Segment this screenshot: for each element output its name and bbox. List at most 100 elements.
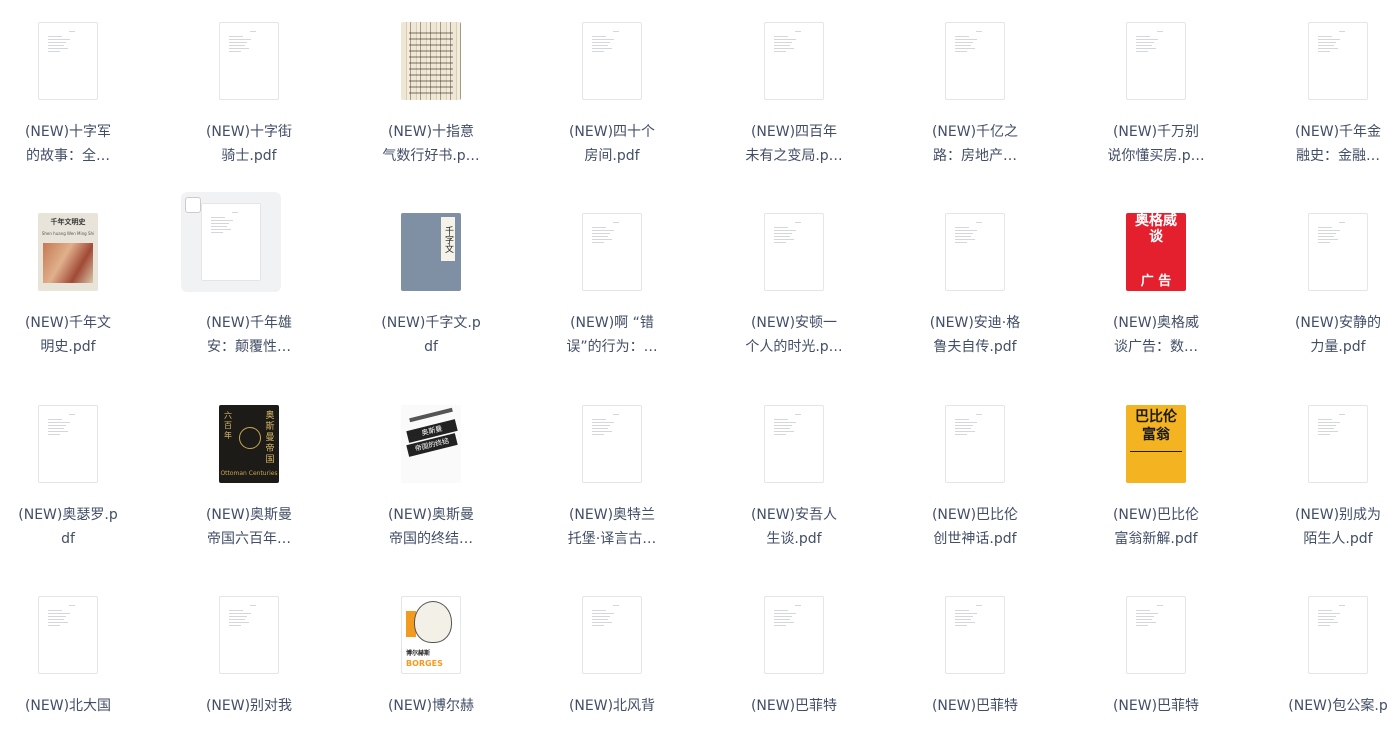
file-name[interactable]: (NEW)巴菲特 xyxy=(1086,694,1226,718)
file-name[interactable]: (NEW)奥斯曼 帝国六百年… xyxy=(179,503,319,551)
file-item[interactable]: (NEW)千年雄 安：颠覆性… xyxy=(181,192,299,355)
file-thumbnail-area[interactable] xyxy=(562,586,662,686)
file-name[interactable]: (NEW)北大国 xyxy=(0,694,138,718)
file-name[interactable]: (NEW)十指意 气数行好书.p… xyxy=(361,120,501,168)
file-name[interactable]: (NEW)千万别 说你懂买房.p… xyxy=(1086,120,1226,168)
file-name[interactable]: (NEW)巴菲特 xyxy=(724,694,864,718)
file-thumbnail-area[interactable] xyxy=(925,395,1025,495)
file-item[interactable]: (NEW)别对我 xyxy=(199,586,299,736)
file-item[interactable]: (NEW)包公案.p xyxy=(1288,586,1388,736)
file-item[interactable]: 巴比伦 富翁 (NEW)巴比伦 富翁新解.pdf xyxy=(1106,395,1206,547)
file-thumbnail-area[interactable] xyxy=(925,12,1025,112)
file-name[interactable]: (NEW)巴比伦 富翁新解.pdf xyxy=(1086,503,1226,551)
file-name[interactable]: (NEW)千亿之 路：房地产… xyxy=(905,120,1045,168)
file-item[interactable]: (NEW)安吾人 生谈.pdf xyxy=(744,395,844,547)
file-thumbnail-area[interactable]: 奥格威 谈广 告 xyxy=(1106,203,1206,303)
file-thumbnail-area[interactable] xyxy=(562,395,662,495)
file-item[interactable]: (NEW)巴菲特 xyxy=(1106,586,1206,736)
file-item[interactable]: 奥格威 谈广 告 (NEW)奥格威 谈广告：数… xyxy=(1106,203,1206,355)
file-name[interactable]: (NEW)巴比伦 创世神话.pdf xyxy=(905,503,1045,551)
file-thumbnail-area[interactable] xyxy=(562,203,662,303)
file-thumbnail-area[interactable] xyxy=(744,203,844,303)
file-name[interactable]: (NEW)安吾人 生谈.pdf xyxy=(724,503,864,551)
file-name[interactable]: (NEW)博尔赫 xyxy=(361,694,501,718)
file-thumbnail-area[interactable]: 千年文明史 Shen huang Wen Ming Shi xyxy=(18,203,118,303)
file-item[interactable]: (NEW)奥特兰 托堡·译言古… xyxy=(562,395,662,547)
file-thumbnail-area[interactable]: 奥斯曼帝国 六百年 Ottoman Centuries xyxy=(199,395,299,495)
file-thumbnail-area[interactable]: 巴比伦 富翁 xyxy=(1106,395,1206,495)
file-thumbnail-area[interactable] xyxy=(744,586,844,686)
file-thumbnail-area[interactable]: 奥斯曼 帝国的终结 xyxy=(381,395,481,495)
file-item[interactable]: (NEW)巴比伦 创世神话.pdf xyxy=(925,395,1025,547)
file-name[interactable]: (NEW)四十个 房间.pdf xyxy=(542,120,682,168)
file-thumbnail-area[interactable] xyxy=(1288,12,1388,112)
file-thumbnail-area[interactable] xyxy=(18,12,118,112)
file-thumbnail-area[interactable] xyxy=(925,203,1025,303)
file-name[interactable]: (NEW)四百年 未有之变局.p… xyxy=(724,120,864,168)
file-thumbnail-area[interactable] xyxy=(1106,12,1206,112)
file-name[interactable]: (NEW)别对我 xyxy=(179,694,319,718)
file-name[interactable]: (NEW)千年文 明史.pdf xyxy=(0,311,138,359)
select-checkbox[interactable] xyxy=(185,197,201,213)
file-item[interactable]: (NEW)千亿之 路：房地产… xyxy=(925,12,1025,164)
file-name[interactable]: (NEW)安顿一 个人的时光.p… xyxy=(724,311,864,359)
file-thumbnail-area[interactable] xyxy=(925,586,1025,686)
file-item[interactable]: (NEW)四百年 未有之变局.p… xyxy=(744,12,844,164)
file-item[interactable]: (NEW)北大国 xyxy=(18,586,118,736)
file-item[interactable]: (NEW)千万别 说你懂买房.p… xyxy=(1106,12,1206,164)
file-name[interactable]: (NEW)奥特兰 托堡·译言古… xyxy=(542,503,682,551)
file-name[interactable]: (NEW)千年雄 安：颠覆性… xyxy=(179,311,319,359)
file-thumbnail-area[interactable] xyxy=(18,586,118,686)
file-item[interactable]: (NEW)四十个 房间.pdf xyxy=(562,12,662,164)
file-thumbnail-area[interactable] xyxy=(1288,586,1388,686)
file-item[interactable]: (NEW)十字街 骑士.pdf xyxy=(199,12,299,164)
file-name[interactable]: (NEW)巴菲特 xyxy=(905,694,1045,718)
file-item[interactable]: (NEW)巴菲特 xyxy=(744,586,844,736)
file-name[interactable]: (NEW)奥斯曼 帝国的终结… xyxy=(361,503,501,551)
file-thumbnail-area[interactable] xyxy=(1106,586,1206,686)
file-item[interactable]: (NEW)安迪·格 鲁夫自传.pdf xyxy=(925,203,1025,355)
file-item[interactable]: 千字文 (NEW)千字文.p df xyxy=(381,203,481,355)
file-thumbnail-area[interactable] xyxy=(381,12,481,112)
file-thumbnail-area[interactable] xyxy=(18,395,118,495)
doc-text-line xyxy=(1339,31,1345,32)
file-item[interactable]: 奥斯曼帝国 六百年 Ottoman Centuries (NEW)奥斯曼 帝国六百年… xyxy=(199,395,299,547)
file-name[interactable]: (NEW)别成为 陌生人.pdf xyxy=(1268,503,1389,551)
file-name[interactable]: (NEW)安迪·格 鲁夫自传.pdf xyxy=(905,311,1045,359)
file-thumbnail-area[interactable]: 博尔赫斯 BORGES xyxy=(381,586,481,686)
file-name[interactable]: (NEW)啊 “错 误”的行为：… xyxy=(542,311,682,359)
file-name[interactable]: (NEW)北风背 xyxy=(542,694,682,718)
doc-text-line xyxy=(1318,233,1336,234)
file-thumbnail-area[interactable] xyxy=(744,395,844,495)
file-item[interactable]: (NEW)北风背 xyxy=(562,586,662,736)
file-item[interactable]: (NEW)十字军 的故事：全… xyxy=(18,12,118,164)
file-item[interactable]: (NEW)啊 “错 误”的行为：… xyxy=(562,203,662,355)
file-item[interactable]: (NEW)巴菲特 xyxy=(925,586,1025,736)
file-name[interactable]: (NEW)千字文.p df xyxy=(361,311,501,359)
file-item[interactable]: (NEW)十指意 气数行好书.p… xyxy=(381,12,481,164)
file-item[interactable]: (NEW)千年金 融史：金融… xyxy=(1288,12,1388,164)
file-thumbnail-area[interactable] xyxy=(199,586,299,686)
file-name[interactable]: (NEW)千年金 融史：金融… xyxy=(1268,120,1389,168)
file-thumbnail-area[interactable] xyxy=(181,192,281,292)
cover-subtitle: Shen huang Wen Ming Shi xyxy=(41,231,95,236)
file-thumbnail-area[interactable] xyxy=(1288,203,1388,303)
file-thumbnail-area[interactable] xyxy=(562,12,662,112)
file-name[interactable]: (NEW)十字军 的故事：全… xyxy=(0,120,138,168)
file-item[interactable]: (NEW)别成为 陌生人.pdf xyxy=(1288,395,1388,547)
file-item[interactable]: (NEW)安静的 力量.pdf xyxy=(1288,203,1388,355)
file-name[interactable]: (NEW)十字街 骑士.pdf xyxy=(179,120,319,168)
file-item[interactable]: 奥斯曼 帝国的终结 (NEW)奥斯曼 帝国的终结… xyxy=(381,395,481,547)
file-name[interactable]: (NEW)奥瑟罗.p df xyxy=(0,503,138,551)
file-name[interactable]: (NEW)包公案.p xyxy=(1268,694,1389,718)
file-item[interactable]: (NEW)奥瑟罗.p df xyxy=(18,395,118,547)
file-item[interactable]: (NEW)安顿一 个人的时光.p… xyxy=(744,203,844,355)
file-item[interactable]: 博尔赫斯 BORGES (NEW)博尔赫 xyxy=(381,586,481,736)
file-thumbnail-area[interactable] xyxy=(744,12,844,112)
file-thumbnail-area[interactable] xyxy=(1288,395,1388,495)
file-item[interactable]: 千年文明史 Shen huang Wen Ming Shi (NEW)千年文 明史.… xyxy=(18,203,118,355)
file-name[interactable]: (NEW)奥格威 谈广告：数… xyxy=(1086,311,1226,359)
file-thumbnail-area[interactable]: 千字文 xyxy=(381,203,481,303)
file-thumbnail-area[interactable] xyxy=(199,12,299,112)
file-name[interactable]: (NEW)安静的 力量.pdf xyxy=(1268,311,1389,359)
